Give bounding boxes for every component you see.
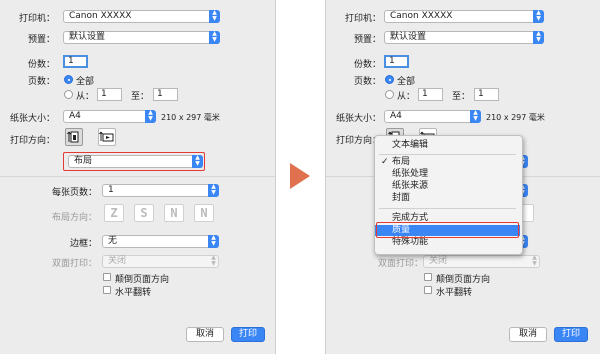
cancel-button[interactable]: 取消 <box>186 327 224 342</box>
border-label: 边框： <box>69 239 97 249</box>
paper-size-value: A4 <box>390 111 402 121</box>
flip-horizontal-checkbox[interactable] <box>424 286 432 294</box>
paper-dimensions: 210 x 297 毫米 <box>486 113 545 122</box>
print-button[interactable]: 打印 <box>554 327 588 342</box>
duplex-select[interactable]: 关闭 ▲ ▼ <box>423 255 540 268</box>
preset-select[interactable]: 默认设置 ▲ ▼ <box>384 31 544 44</box>
pages-range-radio[interactable] <box>64 90 73 99</box>
paper-size-label: 纸张大小： <box>335 114 381 124</box>
select-arrows-icon: ▲▼ <box>532 254 537 267</box>
reverse-orientation-label: 颠倒页面方向 <box>436 275 491 285</box>
pages-all-label: 全部 <box>76 77 95 87</box>
landscape-icon <box>99 131 114 142</box>
pages-label: 页数： <box>27 77 55 87</box>
select-arrows-icon: ▲▼ <box>209 10 220 23</box>
paper-size-select[interactable]: A4 ▲ ▼ <box>384 110 481 123</box>
pages-label: 页数： <box>353 77 381 87</box>
printer-select[interactable]: Canon XXXXX ▲ ▼ <box>384 10 544 23</box>
pages-all-radio[interactable] <box>64 75 73 84</box>
copies-label: 份数： <box>27 60 55 70</box>
select-arrows-icon: ▲▼ <box>209 31 220 44</box>
border-select[interactable]: 无 ▲ ▼ <box>102 235 219 248</box>
pages-per-sheet-value: 1 <box>108 185 114 195</box>
orientation-label: 打印方向： <box>9 136 55 146</box>
menu-separator <box>379 154 516 155</box>
select-arrows-icon: ▲▼ <box>211 254 216 267</box>
pages-to-label: 至： <box>452 92 471 102</box>
pages-to-input[interactable]: 1 <box>153 88 178 101</box>
printer-value: Canon XXXXX <box>390 11 453 21</box>
menu-item-paper-handling[interactable]: 纸张处理 <box>375 169 520 180</box>
select-arrows-icon: ▲▼ <box>208 184 219 197</box>
layout-direction-n-button[interactable]: N <box>164 204 184 222</box>
menu-separator <box>379 208 516 209</box>
copies-input[interactable]: 1 <box>384 55 409 68</box>
print-dialog-before: 打印机： Canon XXXXX ▲ ▼ 预置： 默认设置 ▲ ▼ 份数： 1 页数… <box>0 0 276 354</box>
reverse-orientation-checkbox[interactable] <box>424 273 432 281</box>
divider <box>0 176 275 177</box>
duplex-label: 双面打印： <box>51 259 97 269</box>
portrait-icon <box>67 131 79 143</box>
select-arrows-icon: ▲▼ <box>470 110 481 123</box>
portrait-orientation-button[interactable] <box>65 128 83 146</box>
arrow-right-icon <box>290 163 310 189</box>
preset-label: 预置： <box>27 35 55 45</box>
flip-horizontal-label: 水平翻转 <box>436 288 473 298</box>
select-arrows-icon: ▲▼ <box>533 31 544 44</box>
pages-all-label: 全部 <box>397 77 416 87</box>
pages-from-input[interactable]: 1 <box>97 88 122 101</box>
pages-from-label: 从： <box>76 92 95 102</box>
pages-to-input[interactable]: 1 <box>474 88 499 101</box>
printer-value: Canon XXXXX <box>69 11 132 21</box>
layout-direction-z-button[interactable]: Z <box>104 204 124 222</box>
printer-label: 打印机： <box>18 14 55 24</box>
copies-input[interactable]: 1 <box>63 55 88 68</box>
paper-size-value: A4 <box>69 111 81 121</box>
select-arrows-icon: ▲▼ <box>533 10 544 23</box>
duplex-value: 关闭 <box>108 256 127 266</box>
pages-from-input[interactable]: 1 <box>418 88 443 101</box>
flip-horizontal-checkbox[interactable] <box>103 286 111 294</box>
reverse-orientation-checkbox[interactable] <box>103 273 111 281</box>
menu-item-layout[interactable]: 布局 <box>375 157 520 168</box>
highlight-box <box>63 152 205 171</box>
menu-item-cover[interactable]: 封面 <box>375 193 520 204</box>
reverse-orientation-label: 颠倒页面方向 <box>115 275 170 285</box>
select-arrows-icon: ▲▼ <box>145 110 156 123</box>
pages-range-radio[interactable] <box>385 90 394 99</box>
cancel-button[interactable]: 取消 <box>509 327 547 342</box>
pages-all-radio[interactable] <box>385 75 394 84</box>
copies-label: 份数： <box>353 60 381 70</box>
menu-item-special-features[interactable]: 特殊功能 <box>375 237 520 248</box>
layout-direction-label: 布局方向： <box>51 213 97 223</box>
printer-label: 打印机： <box>344 14 381 24</box>
select-arrows-icon: ▲▼ <box>208 235 219 248</box>
preset-label: 预置： <box>353 35 381 45</box>
preset-value: 默认设置 <box>390 32 427 42</box>
paper-size-label: 纸张大小： <box>9 114 55 124</box>
pages-to-label: 至： <box>131 92 150 102</box>
printer-select[interactable]: Canon XXXXX ▲ ▼ <box>63 10 220 23</box>
duplex-value: 关闭 <box>429 256 448 266</box>
paper-dimensions: 210 x 297 毫米 <box>161 113 220 122</box>
duplex-select[interactable]: 关闭 ▲ ▼ <box>102 255 219 268</box>
border-value: 无 <box>108 236 118 246</box>
menu-item-paper-source[interactable]: 纸张来源 <box>375 181 520 192</box>
layout-direction-n-reverse-button[interactable] <box>522 204 534 222</box>
menu-item-text-edit[interactable]: 文本编辑 <box>375 140 520 151</box>
preset-select[interactable]: 默认设置 ▲ ▼ <box>63 31 220 44</box>
layout-direction-s-button[interactable]: S <box>134 204 154 222</box>
landscape-orientation-button[interactable] <box>98 128 116 146</box>
duplex-label: 双面打印： <box>377 259 423 269</box>
paper-size-select[interactable]: A4 ▲ ▼ <box>63 110 156 123</box>
pages-per-sheet-label: 每张页数： <box>51 188 97 198</box>
highlight-box <box>376 222 519 238</box>
preset-value: 默认设置 <box>69 32 106 42</box>
print-button[interactable]: 打印 <box>231 327 265 342</box>
pages-from-label: 从： <box>397 92 416 102</box>
flip-horizontal-label: 水平翻转 <box>115 288 152 298</box>
layout-direction-n-reverse-button[interactable]: N <box>194 204 214 222</box>
pages-per-sheet-select[interactable]: 1 ▲ ▼ <box>102 184 219 197</box>
